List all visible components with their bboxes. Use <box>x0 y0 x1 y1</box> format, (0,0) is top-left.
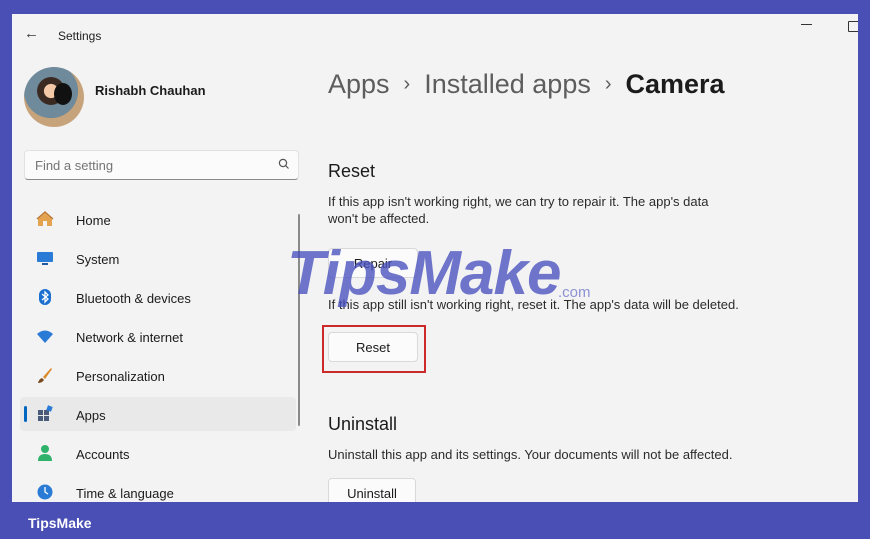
sidebar-item-label: Time & language <box>76 486 174 501</box>
wifi-icon <box>37 330 53 343</box>
settings-window: ← Settings Rishabh Chauhan Home System <box>12 14 858 502</box>
sidebar-item-time-language[interactable]: Time & language <box>20 475 296 502</box>
sidebar-item-bluetooth[interactable]: Bluetooth & devices <box>20 280 296 314</box>
monitor-icon <box>37 252 53 265</box>
search-input[interactable] <box>35 157 265 174</box>
breadcrumb-installed-apps[interactable]: Installed apps <box>424 69 591 99</box>
breadcrumb: Apps › Installed apps › Camera <box>328 69 725 100</box>
brush-icon <box>38 368 52 383</box>
sidebar-item-home[interactable]: Home <box>20 202 296 236</box>
user-name: Rishabh Chauhan <box>95 83 206 98</box>
footer-brand: TipsMake <box>28 515 92 531</box>
sidebar-item-label: System <box>76 252 120 267</box>
sidebar-item-personalization[interactable]: Personalization <box>20 358 296 392</box>
sidebar-item-network[interactable]: Network & internet <box>20 319 296 353</box>
maximize-icon[interactable] <box>848 21 858 32</box>
uninstall-description: Uninstall this app and its settings. You… <box>328 447 733 462</box>
title-bar: ← Settings <box>12 14 858 54</box>
minimize-icon[interactable] <box>801 18 813 30</box>
repair-description-line1: If this app isn't working right, we can … <box>328 194 709 209</box>
app-title: Settings <box>58 29 102 43</box>
person-icon <box>38 445 52 461</box>
active-indicator <box>24 406 27 422</box>
sidebar-item-label: Network & internet <box>76 330 183 345</box>
sidebar-item-system[interactable]: System <box>20 241 296 275</box>
headphones-icon <box>54 83 72 105</box>
reset-section-title: Reset <box>328 161 376 181</box>
sidebar-item-apps[interactable]: Apps <box>20 397 296 431</box>
uninstall-button[interactable]: Uninstall <box>328 478 416 502</box>
sidebar-item-label: Personalization <box>76 369 165 384</box>
page-title: Camera <box>625 69 725 99</box>
sidebar-item-accounts[interactable]: Accounts <box>20 436 296 470</box>
watermark-suffix: .com <box>558 284 591 301</box>
sidebar-item-label: Home <box>76 213 111 228</box>
search-icon[interactable] <box>277 157 291 171</box>
search-box[interactable] <box>24 150 299 180</box>
globe-clock-icon <box>37 484 53 500</box>
back-arrow-icon[interactable]: ← <box>24 25 39 42</box>
repair-description-line2: won't be affected. <box>328 211 430 226</box>
avatar[interactable] <box>24 67 84 127</box>
breadcrumb-separator: › <box>403 73 411 95</box>
bluetooth-icon <box>39 289 51 305</box>
sidebar-item-label: Bluetooth & devices <box>76 291 191 306</box>
breadcrumb-apps[interactable]: Apps <box>328 69 390 99</box>
sidebar-item-label: Accounts <box>76 447 130 462</box>
sidebar-item-label: Apps <box>76 408 106 423</box>
watermark: TipsMake <box>287 239 561 308</box>
uninstall-section-title: Uninstall <box>328 414 398 434</box>
reset-highlight-box <box>322 325 426 373</box>
home-icon <box>36 211 54 226</box>
breadcrumb-separator: › <box>604 73 612 95</box>
apps-icon <box>38 405 53 421</box>
footer-bar: TipsMake <box>0 502 870 539</box>
